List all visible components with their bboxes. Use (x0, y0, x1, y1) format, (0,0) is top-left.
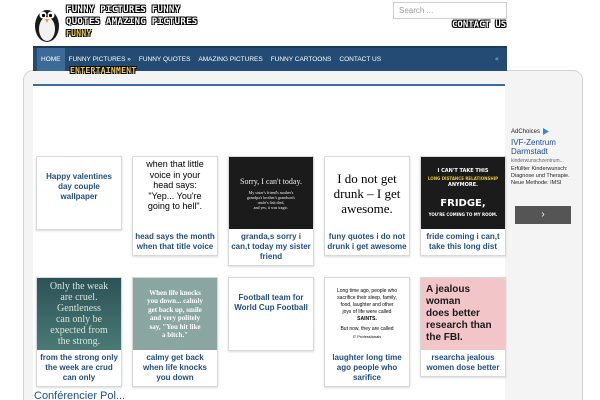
thumb-text-line: awesome. (341, 200, 393, 216)
post-card[interactable]: Long time ago, people who sacrifice thei… (324, 277, 410, 387)
post-card[interactable]: when that little voice in your head says… (132, 156, 218, 256)
thumb-text-line: sacrifice their sleep, family, (337, 295, 397, 301)
thumb-text-line: Long time ago, people who (336, 288, 398, 294)
post-card[interactable]: When life knocks you down... calmly get … (132, 277, 218, 387)
ad-choices[interactable]: AdChoices (511, 128, 571, 135)
ad-next-arrow-icon[interactable]: › (515, 206, 571, 224)
post-card[interactable]: A jealous woman does better research tha… (420, 277, 506, 377)
nav-item-funny-cartoons[interactable]: FUNNY CARTOONS (267, 48, 336, 71)
thumb-text-line: YOU'RE COMING TO MY ROOM. (428, 212, 498, 217)
post-title[interactable]: granda,s sorry i can,t today my sister f… (229, 229, 313, 265)
post-card[interactable]: I do not get drunk – I get awesome. funy… (324, 156, 410, 256)
post-title[interactable]: head says the month when that title voic… (133, 229, 217, 255)
post-card[interactable]: Football team for World Cup Football (228, 277, 314, 351)
thumb-text-line: drunk – I get (333, 185, 401, 201)
thumb-text-line: say, "You hit like (149, 322, 201, 331)
post-card[interactable]: Happy valentines day couple wallpaper (36, 156, 122, 230)
thumb-text-line: But now, they are called (340, 326, 394, 332)
search-input[interactable]: Search ... (393, 2, 507, 19)
thumb-text-line: voice in your (149, 169, 201, 180)
thumb-text-line: ANYMORE. (447, 182, 479, 188)
thumb-text-line: food, laughter and other (340, 302, 394, 308)
site-logo[interactable]: FUNNY PICTURES FUNNY QUOTES AMAZING PICT… (66, 4, 198, 40)
logo-line-2: QUOTES AMAZING PICTURES (66, 17, 198, 27)
post-title[interactable]: Happy valentines day couple wallpaper (37, 169, 121, 205)
thumb-text-line: joys of life were called (342, 309, 392, 315)
ad-description: Erfüllter Kinderwunsch: Diagnose und The… (511, 166, 570, 186)
post-title[interactable]: funy quotes i do not drunk i get awesome (325, 229, 409, 255)
thumb-text-line: Gentleness (57, 303, 101, 314)
post-thumbnail[interactable]: I CAN'T TAKE THIS LONG DISTANCE RELATION… (421, 157, 505, 229)
thumb-text-line: LONG DISTANCE RELATIONSHIP (427, 176, 499, 181)
site-header: FUNNY PICTURES FUNNY QUOTES AMAZING PICT… (0, 0, 600, 44)
post-thumbnail[interactable]: A jealous woman does better research tha… (421, 278, 505, 350)
thumb-text-line: when that little (146, 159, 204, 169)
ad-block[interactable]: AdChoices IVF-Zentrum Darmstadt kinderwu… (511, 128, 571, 228)
thumb-text-line: "Yep... You're (148, 190, 202, 201)
thumb-text-line: going to hell". (147, 201, 203, 211)
thumb-text-line: the FBI. (426, 332, 463, 343)
thumb-text-line: a bitch." (161, 331, 189, 339)
thumb-text-line: does better (426, 308, 480, 319)
thumb-text-line: are cruel. (60, 292, 98, 303)
thumb-text-line: I do not get (337, 170, 397, 186)
penguin-mascot-icon[interactable] (32, 0, 62, 44)
thumb-text-line: I CAN'T TAKE THIS (437, 168, 489, 174)
post-thumbnail[interactable]: Sorry, I can't today. My sister's friend… (229, 157, 313, 229)
post-thumbnail[interactable]: Long time ago, people who sacrifice thei… (325, 278, 409, 350)
post-title[interactable]: fride coming i can,t take this long dist (421, 229, 505, 255)
nav-item-contact-us[interactable]: CONTACT US (335, 48, 385, 71)
post-thumbnail[interactable]: when that little voice in your head says… (133, 157, 217, 229)
thumb-text-line: Sorry, I can't today. (240, 176, 302, 186)
thumb-text-line: SAINTS. (357, 316, 377, 322)
post-thumbnail[interactable]: When life knocks you down... calmly get … (133, 278, 217, 350)
ad-choices-label: AdChoices (511, 128, 541, 135)
thumb-text-line: and yes, it was tragic. (253, 204, 289, 210)
thumb-text-line: Only the weak (49, 281, 109, 292)
bottom-link[interactable]: Conférencier Pol... (34, 390, 125, 400)
ad-url[interactable]: kinderwunschzentrum... (511, 158, 571, 164)
thumb-text-line: FRIDGE, (440, 198, 486, 209)
logo-line-3: FUNNY (66, 29, 92, 38)
thumb-text-line: IT Professionals (352, 334, 382, 339)
thumb-text-line: you down... calmly (147, 297, 203, 305)
nav-toggle-icon[interactable]: « (495, 55, 499, 63)
post-card[interactable]: Sorry, I can't today. My sister's friend… (228, 156, 314, 266)
post-title[interactable]: Football team for World Cup Football (229, 290, 313, 316)
thumb-text-line: expected from (50, 325, 108, 336)
ad-choices-icon (543, 128, 550, 135)
post-card[interactable]: Only the weak are cruel. Gentleness can … (36, 277, 122, 387)
thumb-text-line: can only be (55, 314, 103, 325)
post-card[interactable]: I CAN'T TAKE THIS LONG DISTANCE RELATION… (420, 156, 506, 256)
post-title[interactable]: from the strong only the week are crud c… (37, 350, 121, 386)
post-title[interactable]: rsearcha jealous women dose better (421, 350, 505, 376)
thumb-text-line: and very politely (149, 314, 201, 322)
nav-item-home[interactable]: HOME (37, 48, 65, 71)
ad-title[interactable]: IVF-Zentrum Darmstadt (511, 138, 571, 156)
thumb-text-line: head says: (153, 180, 197, 190)
nav-item-funny-quotes[interactable]: FUNNY QUOTES (135, 48, 195, 71)
header-contact-link[interactable]: CONTACT US (452, 20, 506, 30)
post-thumbnail[interactable]: Only the weak are cruel. Gentleness can … (37, 278, 121, 350)
nav-item-amazing-pictures[interactable]: AMAZING PICTURES (194, 48, 266, 71)
thumb-text-line: research than (426, 320, 492, 331)
thumb-text-line: A jealous woman (426, 284, 471, 307)
post-title[interactable]: calmy get back when life knocks you down (133, 350, 217, 386)
thumb-text-line: When life knocks (149, 288, 201, 297)
post-title[interactable]: laughter long time ago people who sarifi… (325, 350, 409, 386)
thumb-text-line: get back up, smile (148, 305, 202, 314)
thumb-text-line: the strong. (57, 336, 101, 347)
post-thumbnail[interactable]: I do not get drunk – I get awesome. (325, 157, 409, 229)
logo-line-1: FUNNY PICTURES FUNNY (66, 5, 181, 15)
sub-logo: ENTERTAINMENT (70, 66, 137, 75)
